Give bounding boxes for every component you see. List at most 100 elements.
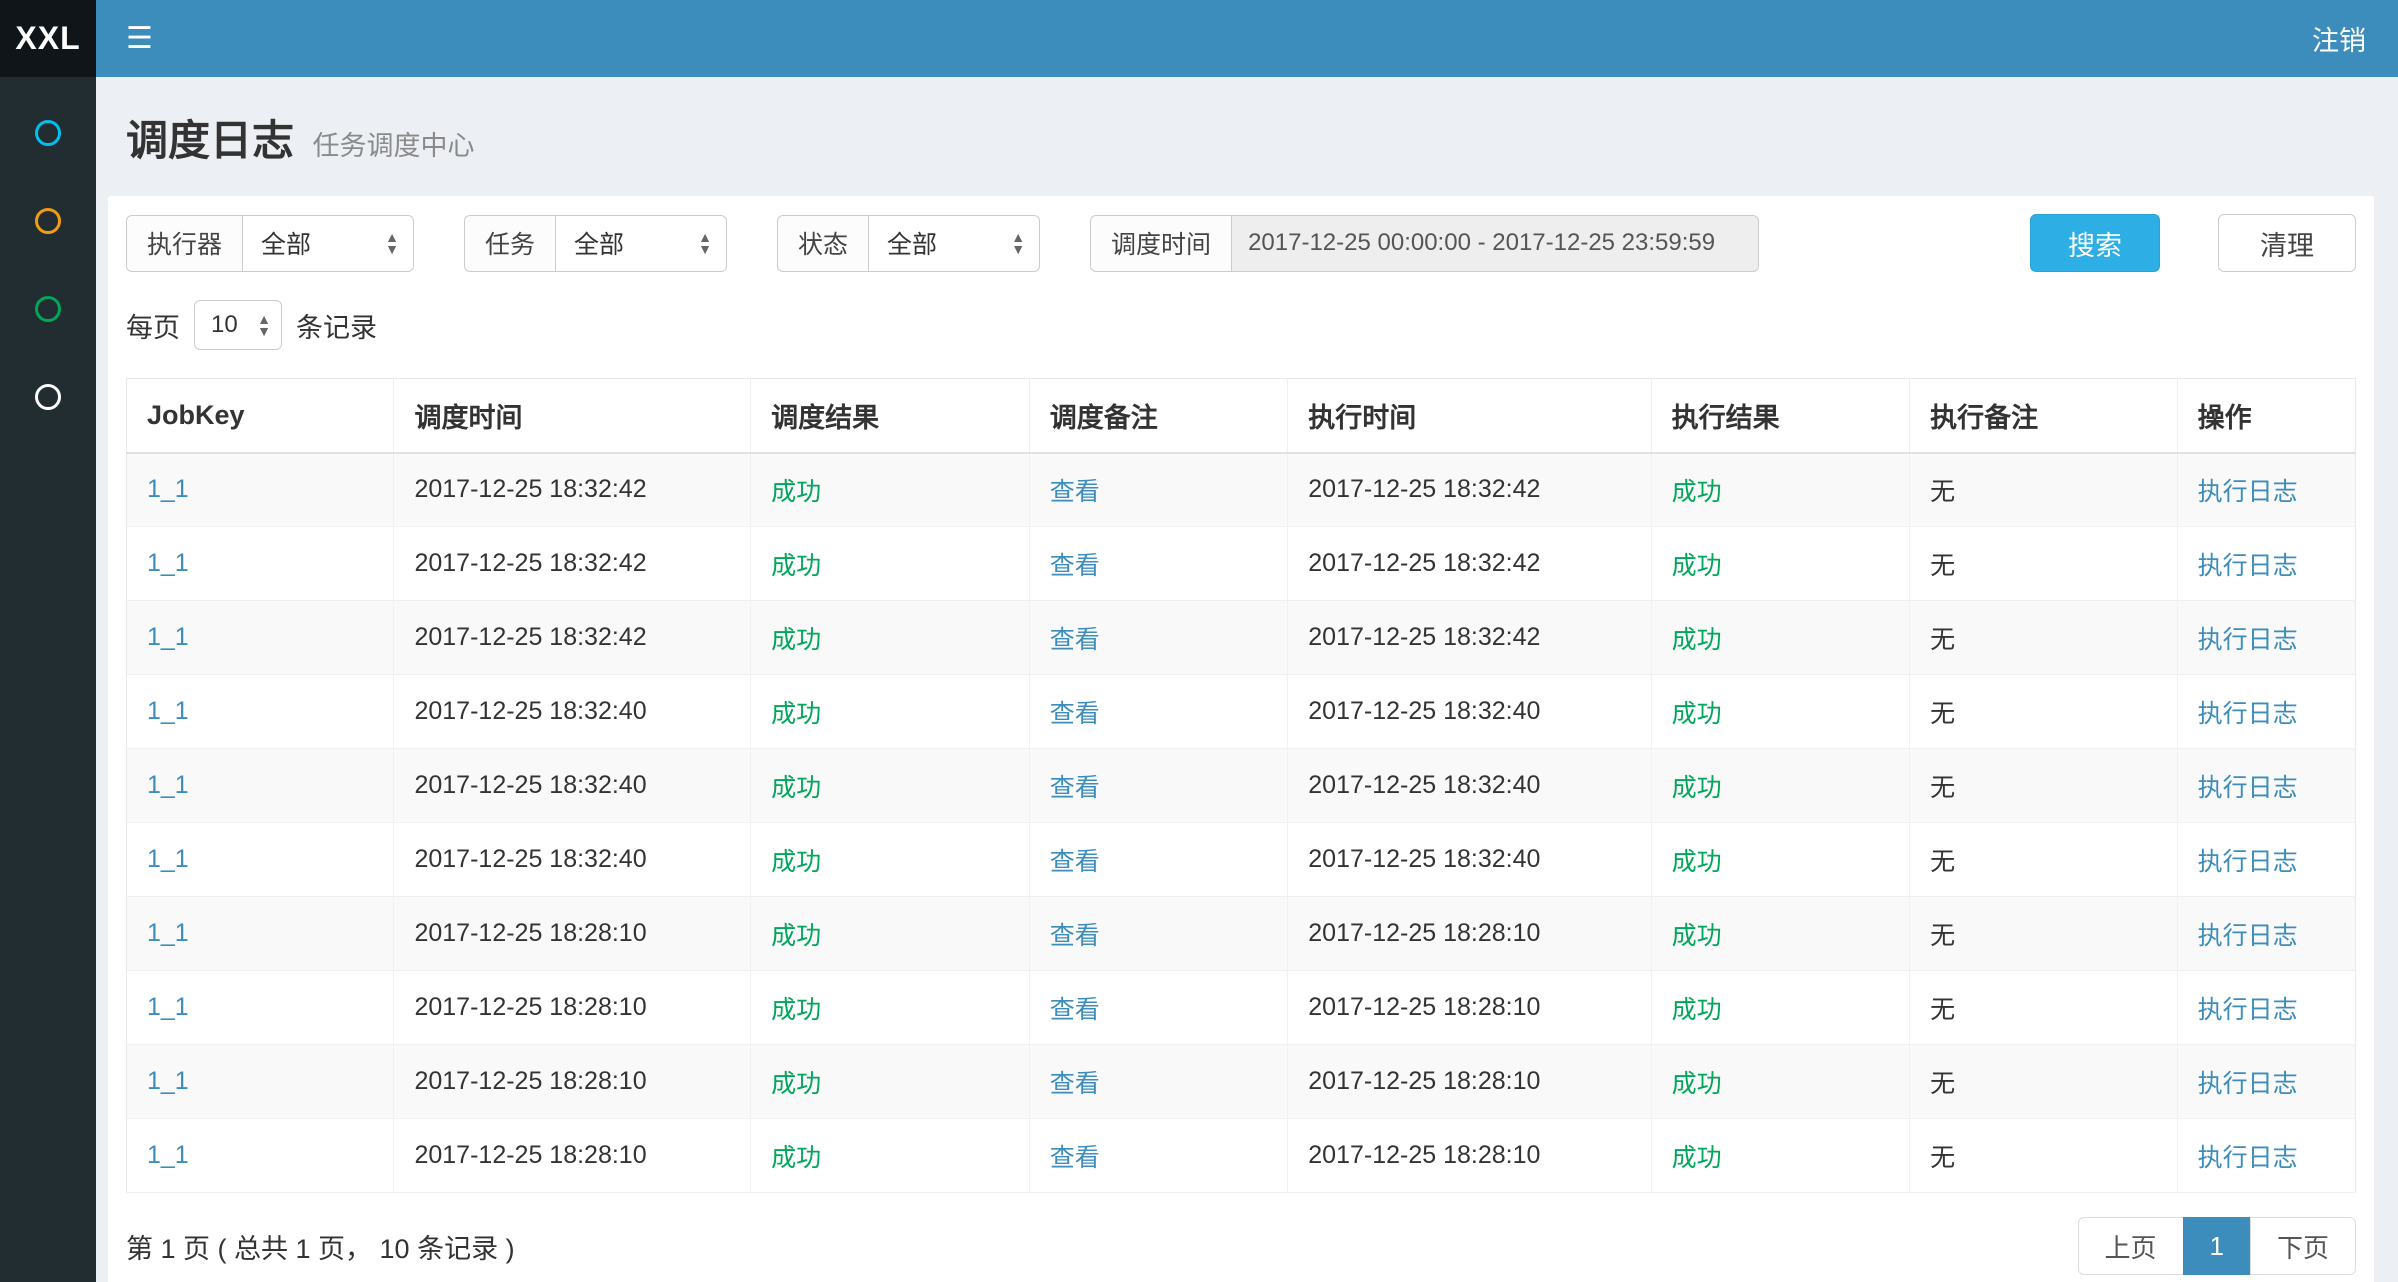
clear-button[interactable]: 清理 bbox=[2218, 214, 2356, 272]
trigger-remark-link[interactable]: 查看 bbox=[1050, 922, 1100, 950]
handle-result-text: 成功 bbox=[1672, 922, 1722, 950]
trigger-remark-link[interactable]: 查看 bbox=[1050, 552, 1100, 580]
select-arrows-icon: ▲▼ bbox=[698, 231, 712, 255]
trigger-remark-link[interactable]: 查看 bbox=[1050, 996, 1100, 1024]
handle-remark-cell: 无 bbox=[1910, 527, 2177, 601]
handle-time-cell: 2017-12-25 18:28:10 bbox=[1288, 971, 1651, 1045]
handle-result-text: 成功 bbox=[1672, 996, 1722, 1024]
jobkey-link[interactable]: 1_1 bbox=[147, 771, 189, 799]
trigger-result-text: 成功 bbox=[771, 774, 821, 802]
jobkey-link[interactable]: 1_1 bbox=[147, 475, 189, 503]
navbar-spacer bbox=[183, 0, 2280, 77]
trigger-result-text: 成功 bbox=[771, 922, 821, 950]
sidebar-item-3[interactable] bbox=[0, 265, 96, 353]
trigger-result-text: 成功 bbox=[771, 996, 821, 1024]
search-button[interactable]: 搜索 bbox=[2030, 214, 2160, 272]
table-row: 1_1 2017-12-25 18:32:42 成功 查看 2017-12-25… bbox=[127, 601, 2356, 675]
trigger-time-cell: 2017-12-25 18:28:10 bbox=[394, 1045, 751, 1119]
jobkey-link[interactable]: 1_1 bbox=[147, 1141, 189, 1169]
trigger-remark-link[interactable]: 查看 bbox=[1050, 700, 1100, 728]
table-row: 1_1 2017-12-25 18:28:10 成功 查看 2017-12-25… bbox=[127, 897, 2356, 971]
execution-log-link[interactable]: 执行日志 bbox=[2198, 922, 2298, 950]
log-panel: 执行器 全部 ▲▼ 任务 全部 ▲▼ 状态 全部 ▲▼ bbox=[108, 196, 2374, 1282]
jobkey-link[interactable]: 1_1 bbox=[147, 845, 189, 873]
handle-time-cell: 2017-12-25 18:32:42 bbox=[1288, 453, 1651, 527]
table-row: 1_1 2017-12-25 18:32:42 成功 查看 2017-12-25… bbox=[127, 453, 2356, 527]
handle-remark-cell: 无 bbox=[1910, 1045, 2177, 1119]
trigger-remark-link[interactable]: 查看 bbox=[1050, 478, 1100, 506]
handle-result-text: 成功 bbox=[1672, 1144, 1722, 1172]
table-row: 1_1 2017-12-25 18:32:40 成功 查看 2017-12-25… bbox=[127, 823, 2356, 897]
handle-time-cell: 2017-12-25 18:32:42 bbox=[1288, 601, 1651, 675]
execution-log-link[interactable]: 执行日志 bbox=[2198, 1144, 2298, 1172]
handle-result-text: 成功 bbox=[1672, 1070, 1722, 1098]
execution-log-link[interactable]: 执行日志 bbox=[2198, 626, 2298, 654]
trigger-remark-link[interactable]: 查看 bbox=[1050, 1070, 1100, 1098]
hamburger-icon: ☰ bbox=[126, 21, 153, 56]
logout-button[interactable]: 注销 bbox=[2280, 0, 2398, 77]
trigger-result-text: 成功 bbox=[771, 478, 821, 506]
trigger-time-cell: 2017-12-25 18:32:40 bbox=[394, 675, 751, 749]
jobkey-link[interactable]: 1_1 bbox=[147, 549, 189, 577]
sidebar-item-1[interactable] bbox=[0, 89, 96, 177]
circle-icon bbox=[35, 384, 61, 410]
table-row: 1_1 2017-12-25 18:28:10 成功 查看 2017-12-25… bbox=[127, 971, 2356, 1045]
trigger-remark-link[interactable]: 查看 bbox=[1050, 626, 1100, 654]
jobkey-link[interactable]: 1_1 bbox=[147, 623, 189, 651]
handle-time-cell: 2017-12-25 18:32:42 bbox=[1288, 527, 1651, 601]
sidebar-item-2[interactable] bbox=[0, 177, 96, 265]
job-select[interactable]: 全部 ▲▼ bbox=[555, 215, 727, 272]
handle-result-text: 成功 bbox=[1672, 626, 1722, 654]
page-1-button[interactable]: 1 bbox=[2183, 1217, 2251, 1275]
sidebar-toggle-button[interactable]: ☰ bbox=[96, 0, 183, 77]
page-size-prefix: 每页 bbox=[126, 306, 180, 345]
handle-result-text: 成功 bbox=[1672, 774, 1722, 802]
sidebar-item-4[interactable] bbox=[0, 353, 96, 441]
select-arrows-icon: ▲▼ bbox=[385, 231, 399, 255]
status-filter-label: 状态 bbox=[777, 215, 868, 272]
handle-remark-cell: 无 bbox=[1910, 749, 2177, 823]
page-size-row: 每页 10 ▲▼ 条记录 bbox=[126, 300, 2356, 350]
trigger-result-text: 成功 bbox=[771, 626, 821, 654]
execution-log-link[interactable]: 执行日志 bbox=[2198, 478, 2298, 506]
execution-log-link[interactable]: 执行日志 bbox=[2198, 774, 2298, 802]
trigger-time-cell: 2017-12-25 18:32:42 bbox=[394, 453, 751, 527]
col-header-action: 操作 bbox=[2177, 379, 2355, 453]
status-filter-group: 状态 全部 ▲▼ bbox=[777, 215, 1040, 272]
trigger-remark-link[interactable]: 查看 bbox=[1050, 848, 1100, 876]
trigger-time-filter-group: 调度时间 2017-12-25 00:00:00 - 2017-12-25 23… bbox=[1090, 215, 1759, 272]
executor-select-value: 全部 bbox=[261, 225, 311, 261]
jobkey-link[interactable]: 1_1 bbox=[147, 697, 189, 725]
executor-select[interactable]: 全部 ▲▼ bbox=[242, 215, 414, 272]
page-size-select[interactable]: 10 ▲▼ bbox=[194, 300, 282, 350]
table-row: 1_1 2017-12-25 18:32:42 成功 查看 2017-12-25… bbox=[127, 527, 2356, 601]
trigger-remark-link[interactable]: 查看 bbox=[1050, 774, 1100, 802]
trigger-remark-link[interactable]: 查看 bbox=[1050, 1144, 1100, 1172]
jobkey-link[interactable]: 1_1 bbox=[147, 1067, 189, 1095]
prev-page-button[interactable]: 上页 bbox=[2078, 1217, 2184, 1275]
handle-remark-cell: 无 bbox=[1910, 897, 2177, 971]
status-select[interactable]: 全部 ▲▼ bbox=[868, 215, 1040, 272]
col-header-trigger-remark: 调度备注 bbox=[1029, 379, 1288, 453]
jobkey-link[interactable]: 1_1 bbox=[147, 919, 189, 947]
page-subtitle: 任务调度中心 bbox=[312, 131, 474, 161]
execution-log-link[interactable]: 执行日志 bbox=[2198, 848, 2298, 876]
next-page-button[interactable]: 下页 bbox=[2250, 1217, 2356, 1275]
jobkey-link[interactable]: 1_1 bbox=[147, 993, 189, 1021]
log-table-body: 1_1 2017-12-25 18:32:42 成功 查看 2017-12-25… bbox=[127, 453, 2356, 1193]
circle-icon bbox=[35, 120, 61, 146]
execution-log-link[interactable]: 执行日志 bbox=[2198, 552, 2298, 580]
execution-log-link[interactable]: 执行日志 bbox=[2198, 996, 2298, 1024]
handle-result-text: 成功 bbox=[1672, 478, 1722, 506]
trigger-time-range-input[interactable]: 2017-12-25 00:00:00 - 2017-12-25 23:59:5… bbox=[1231, 215, 1759, 272]
table-header-row: JobKey 调度时间 调度结果 调度备注 执行时间 执行结果 执行备注 操作 bbox=[127, 379, 2356, 453]
page-size-suffix: 条记录 bbox=[296, 306, 377, 345]
circle-icon bbox=[35, 208, 61, 234]
handle-time-cell: 2017-12-25 18:32:40 bbox=[1288, 749, 1651, 823]
trigger-time-filter-label: 调度时间 bbox=[1090, 215, 1231, 272]
executor-filter-group: 执行器 全部 ▲▼ bbox=[126, 215, 414, 272]
table-row: 1_1 2017-12-25 18:32:40 成功 查看 2017-12-25… bbox=[127, 749, 2356, 823]
execution-log-link[interactable]: 执行日志 bbox=[2198, 1070, 2298, 1098]
execution-log-link[interactable]: 执行日志 bbox=[2198, 700, 2298, 728]
handle-remark-cell: 无 bbox=[1910, 971, 2177, 1045]
